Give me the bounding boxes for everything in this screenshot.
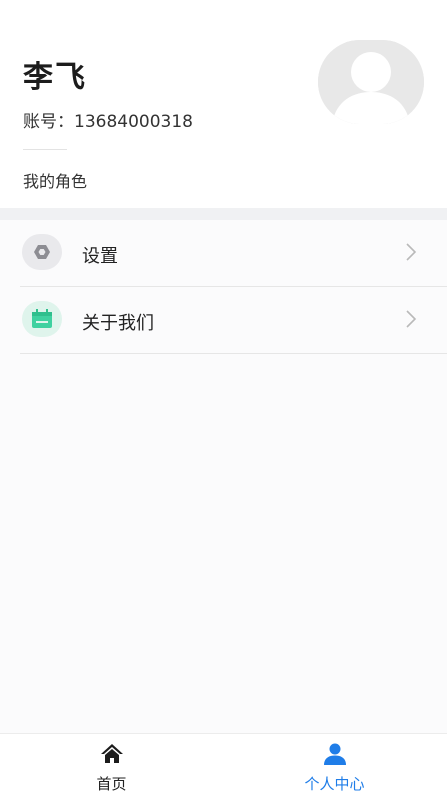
account-label: 账号： xyxy=(23,112,74,132)
home-icon xyxy=(100,744,123,763)
user-silhouette-icon xyxy=(318,40,424,124)
menu-item-label: 设置 xyxy=(82,246,118,267)
menu-item-label: 关于我们 xyxy=(82,313,154,334)
menu-item-settings[interactable]: 设置 xyxy=(20,220,447,287)
account-number: 13684000318 xyxy=(74,112,193,132)
profile-header: 李飞 账号：13684000318 我的角色 xyxy=(0,0,447,208)
menu-item-about-us[interactable]: 关于我们 xyxy=(20,287,447,354)
header-divider xyxy=(23,149,67,150)
tab-profile-label: 个人中心 xyxy=(304,775,365,793)
settings-hexagon-icon xyxy=(22,234,62,270)
tab-home[interactable]: 首页 xyxy=(0,734,223,798)
account-line: 账号：13684000318 xyxy=(23,107,193,132)
user-name: 李飞 xyxy=(23,60,87,95)
bottom-tab-bar: 首页 个人中心 xyxy=(0,733,447,798)
chevron-right-icon xyxy=(406,310,417,328)
tab-profile[interactable]: 个人中心 xyxy=(223,734,446,798)
my-role-link[interactable]: 我的角色 xyxy=(23,168,87,192)
section-gap xyxy=(0,208,447,220)
person-icon xyxy=(323,743,346,765)
tab-home-label: 首页 xyxy=(96,775,127,793)
chevron-right-icon xyxy=(406,243,417,261)
avatar[interactable] xyxy=(318,40,424,124)
calendar-icon xyxy=(22,301,62,337)
menu-list: 设置 关于我们 xyxy=(0,220,447,354)
